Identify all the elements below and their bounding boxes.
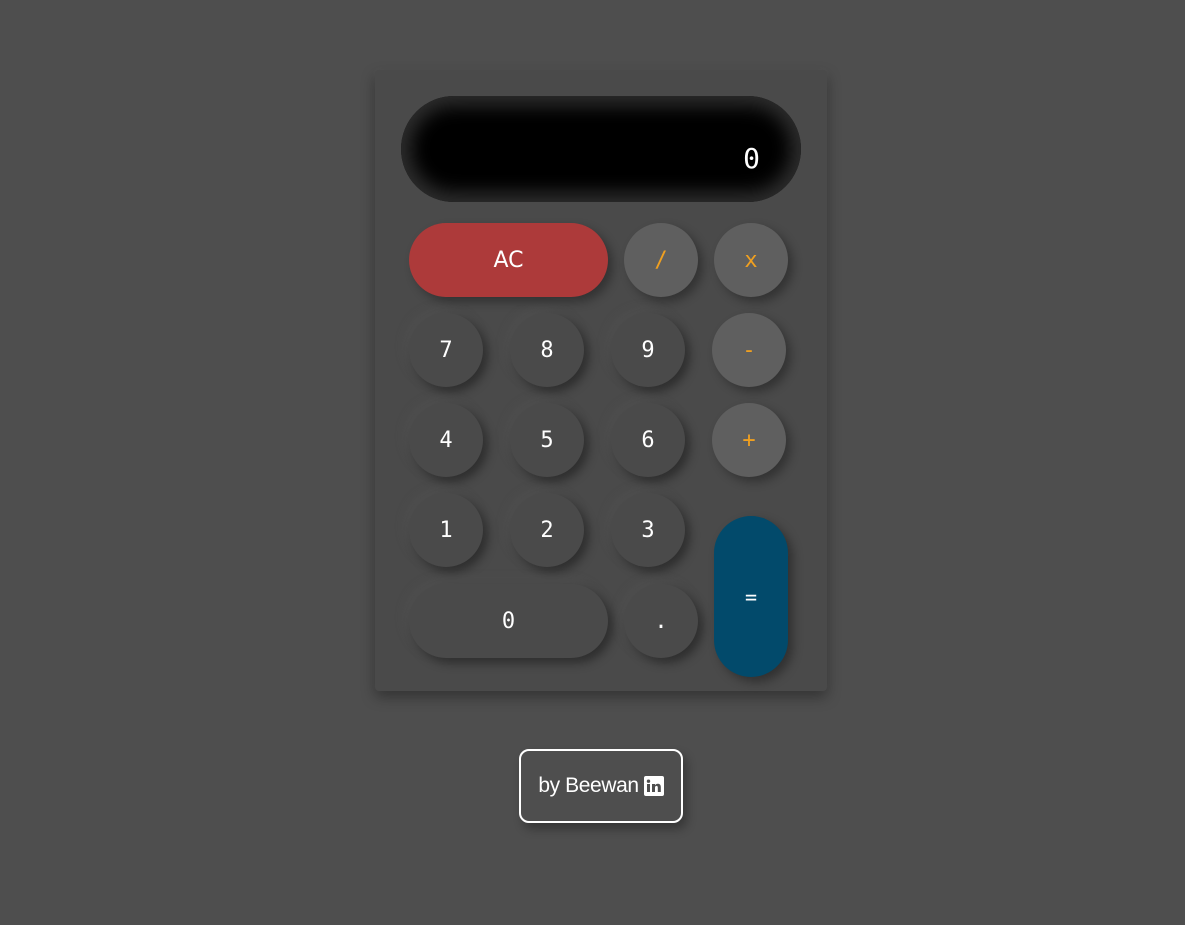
digit-9-button[interactable]: 9 (611, 313, 685, 387)
digit-4-button[interactable]: 4 (409, 403, 483, 477)
equals-button[interactable]: = (714, 516, 788, 677)
author-credit-link[interactable]: by Beewan (519, 749, 683, 823)
divide-button[interactable]: / (624, 223, 698, 297)
digit-3-button[interactable]: 3 (611, 493, 685, 567)
add-button[interactable]: + (712, 403, 786, 477)
subtract-button[interactable]: - (712, 313, 786, 387)
digit-5-button[interactable]: 5 (510, 403, 584, 477)
multiply-button[interactable]: x (714, 223, 788, 297)
clear-button[interactable]: AC (409, 223, 608, 297)
digit-2-button[interactable]: 2 (510, 493, 584, 567)
display-value: 0 (743, 142, 761, 175)
calculator-display: 0 (401, 96, 801, 202)
author-credit-text: by Beewan (538, 774, 639, 797)
digit-7-button[interactable]: 7 (409, 313, 483, 387)
digit-6-button[interactable]: 6 (611, 403, 685, 477)
decimal-button[interactable]: . (624, 584, 698, 658)
digit-8-button[interactable]: 8 (510, 313, 584, 387)
linkedin-icon (643, 776, 664, 796)
digit-1-button[interactable]: 1 (409, 493, 483, 567)
digit-0-button[interactable]: 0 (409, 584, 608, 658)
